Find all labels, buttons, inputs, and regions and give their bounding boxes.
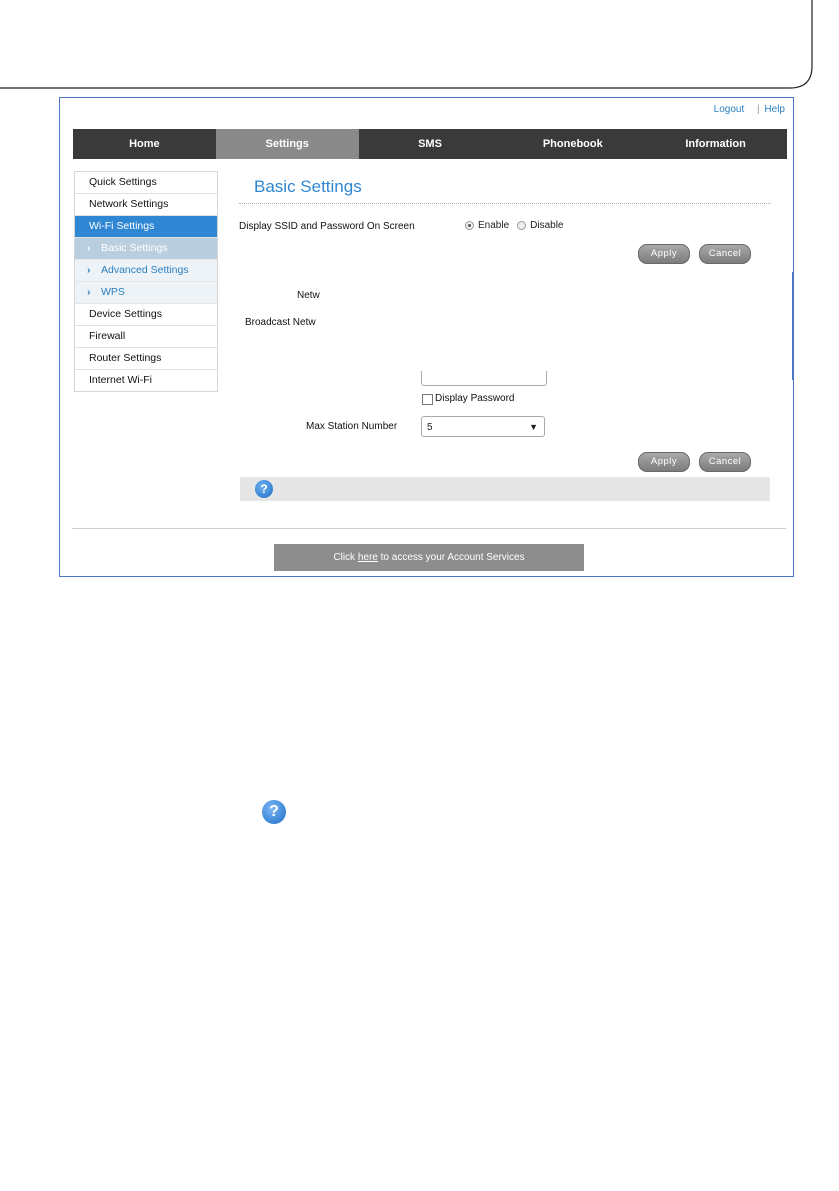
cancel-button-bottom[interactable]: Cancel bbox=[699, 452, 751, 472]
password-input[interactable] bbox=[421, 371, 547, 386]
network-name-label: Netw bbox=[297, 290, 320, 301]
account-suffix: to access your Account Services bbox=[377, 552, 525, 563]
account-link[interactable]: here bbox=[358, 552, 378, 563]
triangle-down-icon: ▼ bbox=[529, 422, 538, 432]
link-separator: | bbox=[757, 104, 760, 115]
footer-divider bbox=[72, 528, 786, 529]
max-station-label: Max Station Number bbox=[306, 421, 398, 432]
page-title: Basic Settings bbox=[254, 177, 362, 196]
title-divider bbox=[239, 203, 771, 204]
sidebar-sub-advanced-settings[interactable]: › Advanced Settings bbox=[75, 260, 217, 282]
sidebar-sub-label: Basic Settings bbox=[101, 242, 168, 254]
ssid-display-label: Display SSID and Password On Screen bbox=[239, 221, 415, 232]
sidebar-item-wifi-settings[interactable]: Wi-Fi Settings bbox=[75, 216, 217, 238]
enable-label: Enable bbox=[478, 220, 510, 231]
nav-home[interactable]: Home bbox=[73, 129, 216, 159]
max-station-select[interactable]: 5 ▼ bbox=[421, 416, 545, 437]
question-mark-icon: ? bbox=[262, 800, 286, 824]
enable-radio[interactable] bbox=[465, 221, 474, 230]
page-corner-border bbox=[0, 0, 813, 89]
nav-information[interactable]: Information bbox=[644, 129, 787, 159]
apply-button-top[interactable]: Apply bbox=[638, 244, 690, 264]
chevron-right-icon: › bbox=[87, 242, 91, 254]
help-bar: ? bbox=[240, 477, 770, 501]
sidebar-item-router-settings[interactable]: Router Settings bbox=[75, 348, 217, 370]
page-edge-line bbox=[792, 272, 793, 380]
sidebar: Quick Settings Network Settings Wi-Fi Se… bbox=[74, 171, 218, 392]
account-prefix: Click bbox=[333, 552, 358, 563]
sidebar-item-device-settings[interactable]: Device Settings bbox=[75, 304, 217, 326]
sidebar-sub-wps[interactable]: › WPS bbox=[75, 282, 217, 304]
sidebar-sub-label: WPS bbox=[101, 286, 125, 298]
sidebar-item-internet-wifi[interactable]: Internet Wi-Fi bbox=[75, 370, 217, 391]
nav-sms[interactable]: SMS bbox=[359, 129, 502, 159]
max-station-value: 5 bbox=[427, 422, 433, 433]
apply-button-bottom[interactable]: Apply bbox=[638, 452, 690, 472]
broadcast-network-label: Broadcast Netw bbox=[245, 317, 316, 328]
top-links: Logout | Help bbox=[714, 104, 785, 115]
sidebar-sub-basic-settings[interactable]: › Basic Settings bbox=[75, 238, 217, 260]
question-mark-icon[interactable]: ? bbox=[255, 480, 273, 498]
sidebar-sub-label: Advanced Settings bbox=[101, 264, 189, 276]
router-admin-window: Logout | Help Home Settings SMS Phoneboo… bbox=[59, 97, 794, 577]
ssid-display-radio-group: Enable Disable bbox=[465, 220, 564, 231]
sidebar-item-network-settings[interactable]: Network Settings bbox=[75, 194, 217, 216]
nav-phonebook[interactable]: Phonebook bbox=[501, 129, 644, 159]
chevron-right-icon: › bbox=[87, 286, 91, 298]
display-password-checkbox[interactable] bbox=[422, 394, 433, 405]
logout-link[interactable]: Logout bbox=[714, 104, 745, 115]
account-services-bar[interactable]: Click here to access your Account Servic… bbox=[274, 544, 584, 571]
nav-settings[interactable]: Settings bbox=[215, 129, 359, 159]
display-password-label: Display Password bbox=[435, 393, 515, 404]
main-nav: Home Settings SMS Phonebook Information bbox=[73, 129, 787, 159]
cancel-button-top[interactable]: Cancel bbox=[699, 244, 751, 264]
sidebar-item-quick-settings[interactable]: Quick Settings bbox=[75, 172, 217, 194]
help-link[interactable]: Help bbox=[764, 104, 785, 115]
chevron-right-icon: › bbox=[87, 264, 91, 276]
sidebar-item-firewall[interactable]: Firewall bbox=[75, 326, 217, 348]
disable-radio[interactable] bbox=[517, 221, 527, 230]
disable-label: Disable bbox=[530, 220, 564, 231]
